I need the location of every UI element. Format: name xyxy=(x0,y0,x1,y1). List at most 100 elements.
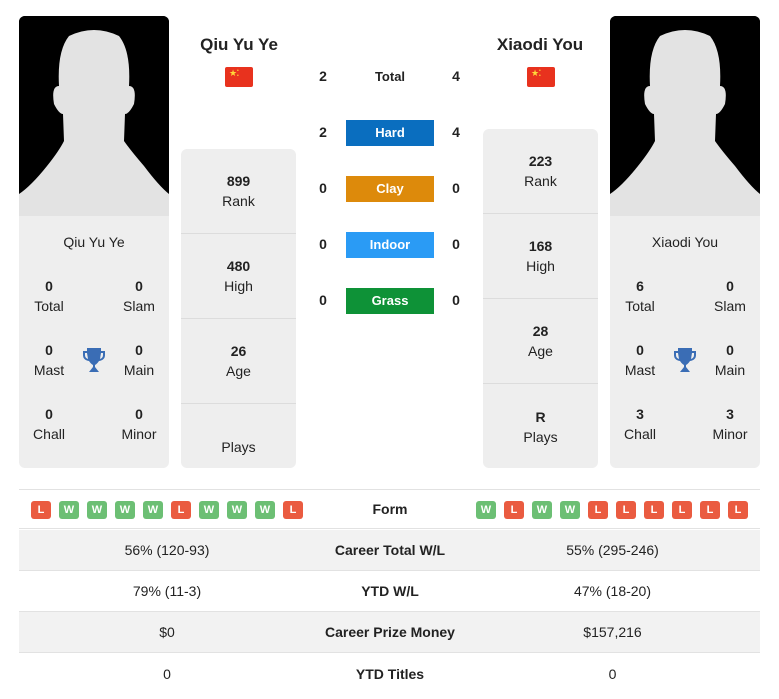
titles-chall: 0 Chall xyxy=(19,404,79,444)
form-badge-loss[interactable]: L xyxy=(700,501,720,519)
form-badge-loss[interactable]: L xyxy=(588,501,608,519)
form-badge-loss[interactable]: L xyxy=(672,501,692,519)
titles-main: 0 Main xyxy=(700,340,760,380)
row-right-value: $157,216 xyxy=(583,624,642,640)
titles-minor: 0 Minor xyxy=(109,404,169,444)
player-card-left: Qiu Yu Ye 0 Total 0 Slam 0 Mast 0 Main 0… xyxy=(19,16,169,468)
titles-main-value: 0 xyxy=(135,342,143,358)
h2h-total-right: 4 xyxy=(452,68,460,84)
titles-minor-value: 0 xyxy=(135,406,143,422)
titles-chall: 3 Chall xyxy=(610,404,670,444)
h2h-total-label: Total xyxy=(374,69,406,84)
player-left-stats: 899 Rank 480 High 26 Age Plays xyxy=(181,149,296,468)
stat-age: 28 Age xyxy=(483,299,598,384)
stat-age-value: 26 xyxy=(230,343,247,359)
stat-plays: Plays xyxy=(181,404,296,468)
form-badge-loss[interactable]: L xyxy=(616,501,636,519)
form-badge-win[interactable]: W xyxy=(59,501,79,519)
surface-badge-grass: Grass xyxy=(346,288,434,314)
form-badge-loss[interactable]: L xyxy=(31,501,51,519)
form-badge-loss[interactable]: L xyxy=(728,501,748,519)
china-flag-icon: ★ • • xyxy=(225,67,253,87)
player-right-name-link[interactable]: Xiaodi You xyxy=(465,35,615,55)
h2h-indoor-right: 0 xyxy=(452,236,460,252)
table-row: 0 YTD Titles 0 xyxy=(19,653,760,694)
form-badge-loss[interactable]: L xyxy=(171,501,191,519)
form-badge-win[interactable]: W xyxy=(532,501,552,519)
stat-high: 480 High xyxy=(181,234,296,319)
h2h-grass-left: 0 xyxy=(319,292,327,308)
stat-age-label: Age xyxy=(226,363,251,379)
silhouette-icon xyxy=(610,16,760,216)
form-badge-win[interactable]: W xyxy=(143,501,163,519)
player-left-name-link[interactable]: Qiu Yu Ye xyxy=(164,35,314,55)
form-badge-win[interactable]: W xyxy=(199,501,219,519)
titles-total-value: 0 xyxy=(45,278,53,294)
titles-total-label: Total xyxy=(625,298,655,314)
titles-main-label: Main xyxy=(714,362,746,378)
surface-badge-clay: Clay xyxy=(346,176,434,202)
row-right-value: 0 xyxy=(608,665,617,682)
form-badge-win[interactable]: W xyxy=(476,501,496,519)
h2h-clay-right: 0 xyxy=(452,180,460,196)
titles-slam: 0 Slam xyxy=(700,276,760,316)
form-badge-win[interactable]: W xyxy=(227,501,247,519)
titles-main-value: 0 xyxy=(726,342,734,358)
form-badge-win[interactable]: W xyxy=(255,501,275,519)
row-label: YTD Titles xyxy=(355,665,425,682)
h2h-hard-left: 2 xyxy=(319,124,327,140)
row-right-value: 47% (18-20) xyxy=(573,583,652,599)
row-label: Career Prize Money xyxy=(325,624,455,640)
h2h-row-hard: 2 Hard 4 xyxy=(310,120,470,148)
row-label: Career Total W/L xyxy=(334,542,446,558)
trophy-icon xyxy=(674,348,696,372)
titles-total-value: 6 xyxy=(636,278,644,294)
stat-plays-label: Plays xyxy=(523,428,558,445)
titles-slam-value: 0 xyxy=(135,278,143,294)
form-badge-win[interactable]: W xyxy=(560,501,580,519)
player-name: Xiaodi You xyxy=(651,234,719,250)
stat-high-label: High xyxy=(526,258,555,274)
row-left-value: 79% (11-3) xyxy=(132,583,202,599)
titles-chall-label: Chall xyxy=(33,426,65,442)
player-name: Qiu Yu Ye xyxy=(63,234,125,250)
stat-high-label: High xyxy=(224,278,253,294)
titles-slam-value: 0 xyxy=(726,278,734,294)
stat-rank-value: 899 xyxy=(226,173,251,189)
titles-minor: 3 Minor xyxy=(700,404,760,444)
titles-chall-value: 3 xyxy=(636,406,644,422)
form-badge-loss[interactable]: L xyxy=(283,501,303,519)
trophy-icon xyxy=(83,348,105,372)
player-right-stats: 223 Rank 168 High 28 Age R Plays xyxy=(483,129,598,468)
h2h-row-grass: 0 Grass 0 xyxy=(310,288,470,316)
stat-plays: R Plays xyxy=(483,384,598,468)
h2h-indoor-left: 0 xyxy=(319,236,327,252)
row-right-value: 55% (295-246) xyxy=(566,542,659,558)
titles-slam-label: Slam xyxy=(123,298,155,314)
stat-age: 26 Age xyxy=(181,319,296,404)
table-row: 56% (120-93) Career Total W/L 55% (295-2… xyxy=(19,530,760,571)
stat-age-value: 28 xyxy=(532,323,549,339)
titles-mast-value: 0 xyxy=(636,342,644,358)
form-row: LWWWWLWWWL Form WLWWLLLLLL xyxy=(19,489,760,529)
surface-badge-hard: Hard xyxy=(346,120,434,146)
stat-plays-label: Plays xyxy=(221,438,256,455)
titles-total: 0 Total xyxy=(19,276,79,316)
titles-total: 6 Total xyxy=(610,276,670,316)
form-badge-win[interactable]: W xyxy=(87,501,107,519)
form-badge-loss[interactable]: L xyxy=(504,501,524,519)
titles-chall-label: Chall xyxy=(624,426,656,442)
titles-chall-value: 0 xyxy=(45,406,53,422)
titles-slam-label: Slam xyxy=(714,298,746,314)
form-badge-loss[interactable]: L xyxy=(644,501,664,519)
stat-high: 168 High xyxy=(483,214,598,299)
player-photo-placeholder xyxy=(19,16,169,216)
h2h-hard-right: 4 xyxy=(452,124,460,140)
player-photo-placeholder xyxy=(610,16,760,216)
form-badge-win[interactable]: W xyxy=(115,501,135,519)
h2h-total-left: 2 xyxy=(319,68,327,84)
h2h-row-total: 2 Total 4 xyxy=(310,64,470,92)
table-row: 79% (11-3) YTD W/L 47% (18-20) xyxy=(19,571,760,612)
stat-rank-label: Rank xyxy=(222,193,255,209)
titles-minor-label: Minor xyxy=(712,426,748,442)
